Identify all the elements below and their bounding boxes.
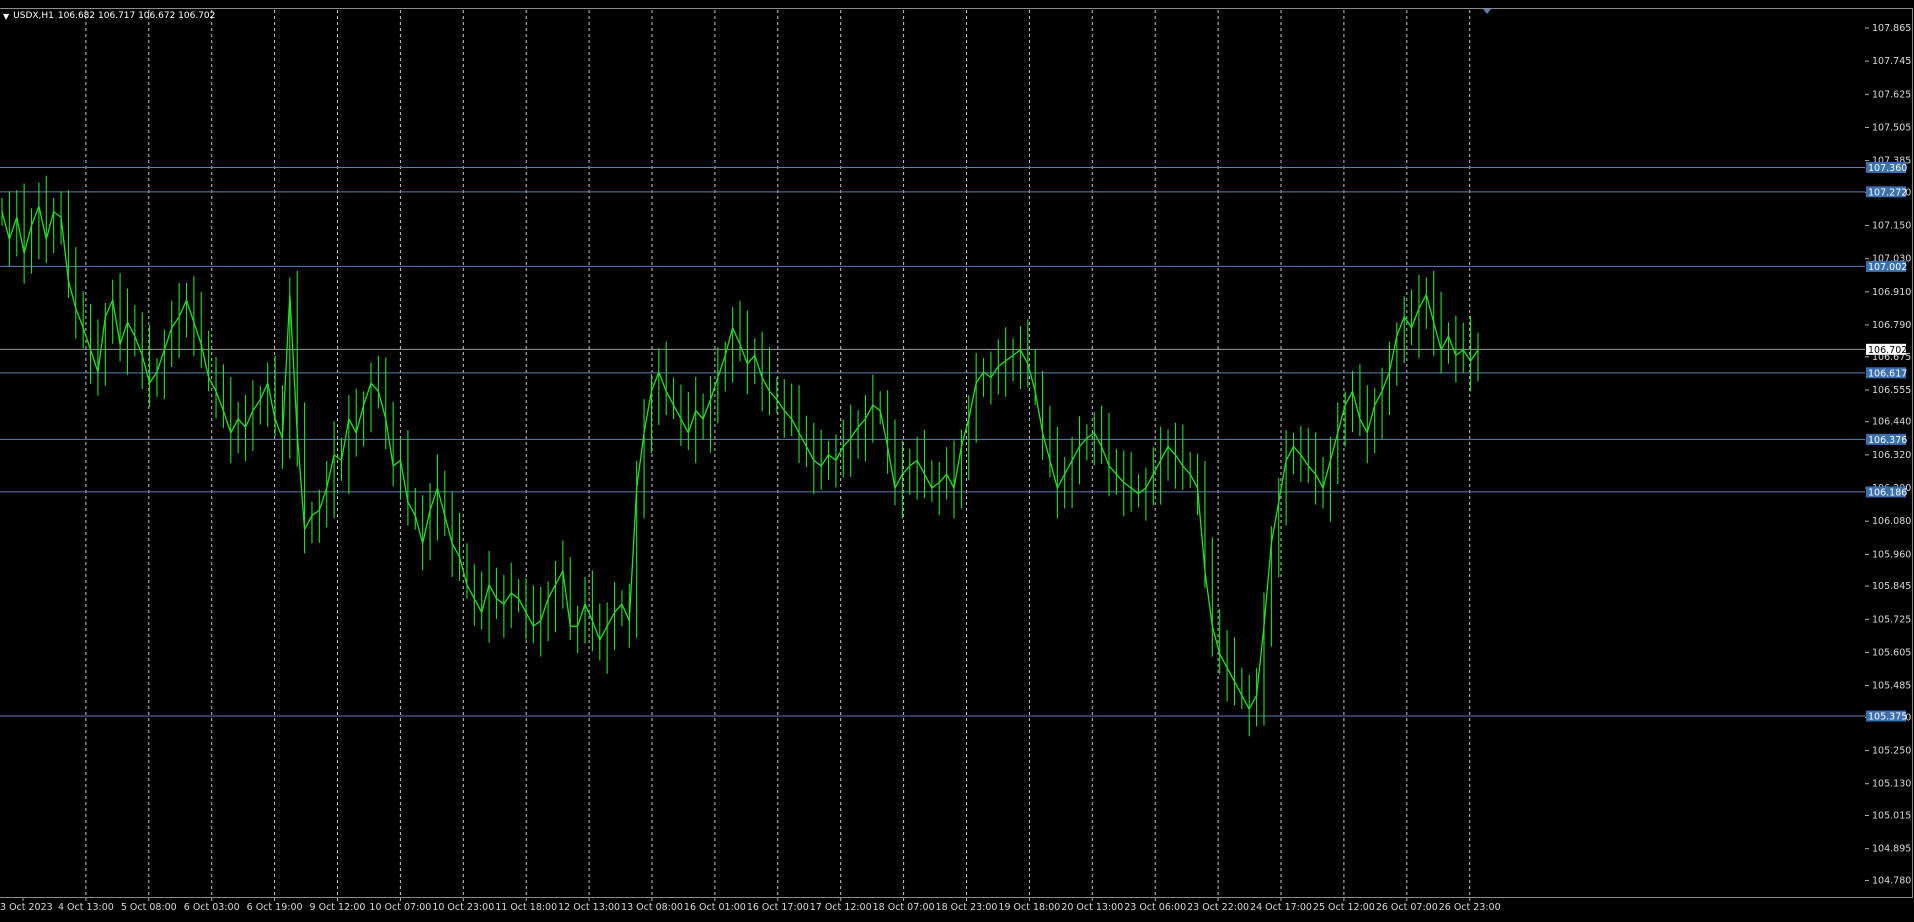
time-label: 11 Oct 18:00: [495, 902, 557, 913]
time-label: 18 Oct 07:00: [873, 902, 935, 913]
time-label: 5 Oct 08:00: [121, 902, 177, 913]
time-label: 6 Oct 03:00: [184, 902, 240, 913]
time-label: 26 Oct 07:00: [1376, 902, 1438, 913]
time-label: 23 Oct 06:00: [1124, 902, 1186, 913]
time-label: 3 Oct 2023: [0, 902, 53, 913]
time-label: 25 Oct 12:00: [1313, 902, 1375, 913]
time-label: 16 Oct 17:00: [747, 902, 809, 913]
time-label: 13 Oct 08:00: [621, 902, 683, 913]
symbol-label: USDX,H1: [13, 11, 54, 21]
chart-window[interactable]: 107.865107.745107.625107.505107.385107.2…: [0, 0, 1914, 922]
time-label: 24 Oct 17:00: [1250, 902, 1312, 913]
time-label: 23 Oct 22:00: [1187, 902, 1249, 913]
time-label: 4 Oct 13:00: [58, 902, 114, 913]
symbol-header[interactable]: ▼ USDX,H1 106.682 106.717 106.672 106.70…: [3, 11, 215, 21]
time-label: 26 Oct 23:00: [1439, 902, 1501, 913]
time-label: 18 Oct 23:00: [936, 902, 998, 913]
time-label: 16 Oct 01:00: [684, 902, 746, 913]
time-label: 10 Oct 23:00: [432, 902, 494, 913]
time-label: 9 Oct 12:00: [310, 902, 366, 913]
ohlc-values: 106.682 106.717 106.672 106.702: [57, 11, 216, 21]
time-label: 10 Oct 07:00: [369, 902, 431, 913]
time-label: 17 Oct 12:00: [810, 902, 872, 913]
time-label: 6 Oct 19:00: [247, 902, 303, 913]
time-label: 20 Oct 13:00: [1061, 902, 1123, 913]
collapse-triangle-icon[interactable]: ▼: [3, 12, 9, 21]
time-label: 19 Oct 18:00: [998, 902, 1060, 913]
time-label: 12 Oct 13:00: [558, 902, 620, 913]
time-axis[interactable]: 3 Oct 2023 4 Oct 13:00 5 Oct 08:00 6 Oct 03…: [0, 897, 1501, 913]
plot-frame: [0, 8, 1913, 898]
